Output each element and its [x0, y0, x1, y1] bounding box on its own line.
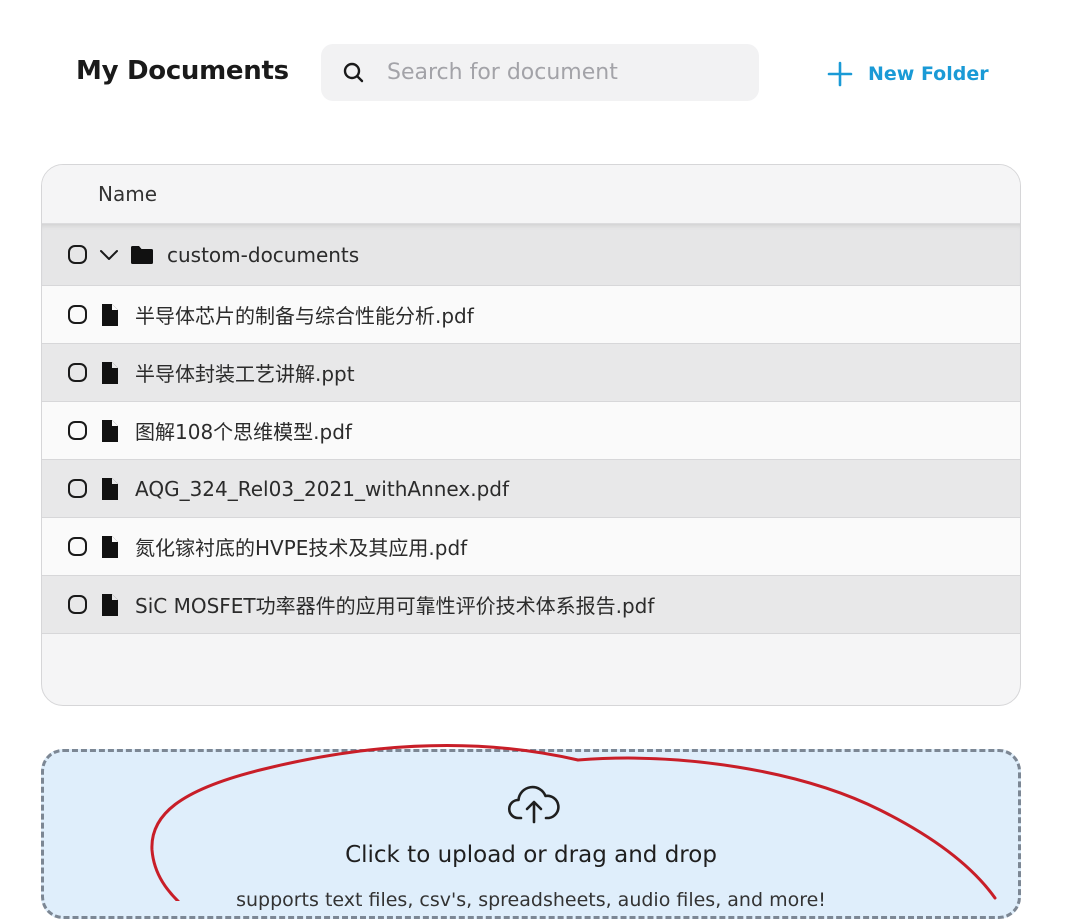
- new-folder-button[interactable]: New Folder: [826, 57, 989, 91]
- upload-title: Click to upload or drag and drop: [345, 842, 717, 868]
- row-checkbox[interactable]: [68, 537, 87, 556]
- folder-row-custom-documents[interactable]: custom-documents: [42, 224, 1020, 286]
- file-icon: [97, 418, 123, 444]
- file-row[interactable]: AQG_324_Rel03_2021_withAnnex.pdf: [42, 460, 1020, 518]
- file-icon: [97, 592, 123, 618]
- search-input[interactable]: [385, 59, 759, 86]
- column-header-name[interactable]: Name: [98, 182, 157, 206]
- row-checkbox[interactable]: [68, 245, 87, 264]
- search-icon: [341, 60, 367, 86]
- file-row[interactable]: SiC MOSFET功率器件的应用可靠性评价技术体系报告.pdf: [42, 576, 1020, 634]
- folder-icon: [129, 242, 155, 268]
- file-name: 图解108个思维模型.pdf: [135, 420, 352, 444]
- row-checkbox[interactable]: [68, 479, 87, 498]
- documents-table: Name custom-documents 半导体芯片的制备与综合性能分析.pd…: [41, 164, 1021, 706]
- new-folder-label: New Folder: [868, 63, 989, 85]
- file-row[interactable]: 氮化镓衬底的HVPE技术及其应用.pdf: [42, 518, 1020, 576]
- table-header: Name: [42, 165, 1020, 224]
- row-checkbox[interactable]: [68, 305, 87, 324]
- file-icon: [97, 476, 123, 502]
- file-icon: [97, 534, 123, 560]
- file-icon: [97, 360, 123, 386]
- file-name: 半导体封装工艺讲解.ppt: [135, 362, 355, 386]
- search-bar[interactable]: [321, 44, 759, 101]
- file-name: 氮化镓衬底的HVPE技术及其应用.pdf: [135, 536, 468, 560]
- row-checkbox[interactable]: [68, 595, 87, 614]
- chevron-down-icon[interactable]: [97, 243, 121, 267]
- upload-dropzone[interactable]: Click to upload or drag and drop support…: [41, 749, 1021, 919]
- file-name: SiC MOSFET功率器件的应用可靠性评价技术体系报告.pdf: [135, 594, 655, 618]
- row-checkbox[interactable]: [68, 421, 87, 440]
- file-row[interactable]: 图解108个思维模型.pdf: [42, 402, 1020, 460]
- cloud-upload-icon: [507, 785, 560, 824]
- file-name: AQG_324_Rel03_2021_withAnnex.pdf: [135, 476, 509, 501]
- row-checkbox[interactable]: [68, 363, 87, 382]
- file-row[interactable]: 半导体芯片的制备与综合性能分析.pdf: [42, 286, 1020, 344]
- file-row[interactable]: 半导体封装工艺讲解.ppt: [42, 344, 1020, 402]
- page-title: My Documents: [76, 56, 289, 86]
- folder-name: custom-documents: [167, 242, 360, 267]
- file-name: 半导体芯片的制备与综合性能分析.pdf: [135, 304, 474, 328]
- upload-subtitle: supports text files, csv's, spreadsheets…: [236, 889, 826, 911]
- plus-icon: [826, 60, 854, 88]
- file-icon: [97, 302, 123, 328]
